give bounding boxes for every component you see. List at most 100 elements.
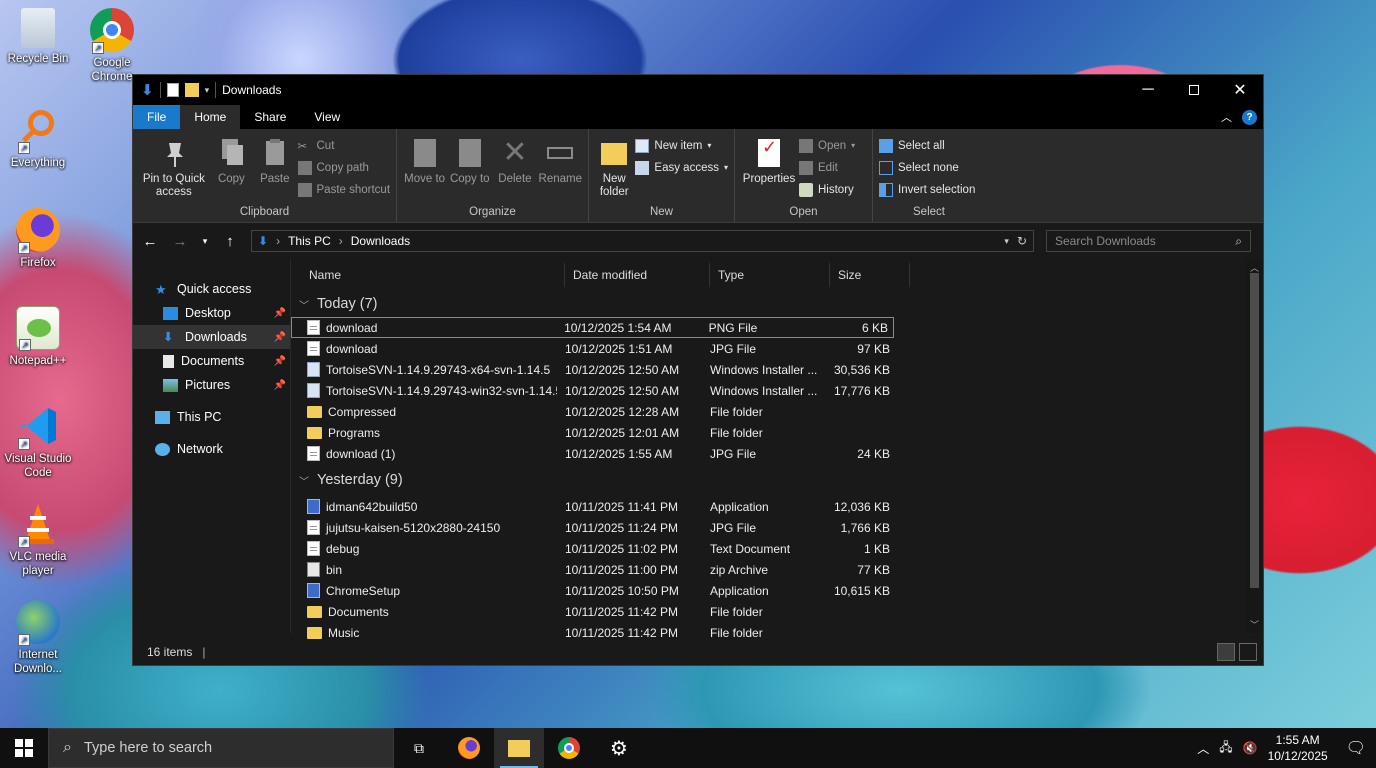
desktop-icon-notepadpp[interactable]: ↗ Notepad++ [4, 306, 72, 368]
close-button[interactable]: ✕ [1217, 75, 1263, 105]
taskbar-search-box[interactable]: ⌕ Type here to search [48, 728, 394, 768]
recent-locations-chevron-icon[interactable]: ▾ [201, 236, 209, 247]
desktop-icon-firefox[interactable]: ↗ Firefox [4, 208, 72, 270]
desktop-icon-vscode[interactable]: ↗ Visual Studio Code [4, 404, 72, 480]
download-arrow-icon: ⬇ [163, 329, 174, 344]
refresh-icon[interactable]: ↻ [1017, 234, 1027, 248]
desktop-icon-recycle-bin[interactable]: Recycle Bin [4, 8, 72, 66]
table-row[interactable]: TortoiseSVN-1.14.9.29743-x64-svn-1.14.5 … [291, 359, 1263, 380]
large-icons-view-icon[interactable] [1239, 643, 1257, 661]
easy-access-button[interactable]: Easy access ▾ [635, 158, 728, 177]
tab-file[interactable]: File [133, 105, 181, 129]
invert-selection-button[interactable]: Invert selection [879, 180, 975, 199]
nav-documents[interactable]: Documents 📌 [133, 349, 290, 373]
pin-icon[interactable]: 📌 [274, 308, 286, 319]
network-icon[interactable]: 🖧 [1219, 738, 1232, 759]
history-button[interactable]: History [799, 180, 855, 199]
new-folder-icon [599, 137, 629, 169]
forward-arrow-icon[interactable]: → [171, 233, 189, 250]
pin-icon[interactable]: 📌 [274, 356, 286, 367]
vscode-icon: ↗ [16, 404, 60, 450]
nav-network[interactable]: Network [133, 437, 290, 461]
pin-icon[interactable]: 📌 [274, 380, 286, 391]
table-row[interactable]: TortoiseSVN-1.14.9.29743-win32-svn-1.14.… [291, 380, 1263, 401]
navigation-pane: ★ Quick access Desktop 📌 ⬇ Downloads 📌 Docum… [133, 259, 291, 633]
table-row[interactable]: ChromeSetup 10/11/2025 10:50 PM Applicat… [291, 580, 1263, 601]
collapse-ribbon-icon[interactable]: ︿ [1221, 109, 1232, 125]
qa-dropdown-icon[interactable]: ▾ [205, 85, 210, 96]
open-button[interactable]: Open ▾ [799, 136, 855, 155]
table-row[interactable]: Compressed 10/12/2025 12:28 AM File fold… [291, 401, 1263, 422]
table-row[interactable]: download 10/12/2025 1:54 AM PNG File 6 K… [291, 317, 894, 338]
vertical-scrollbar[interactable]: ︿ ﹀ [1246, 259, 1263, 633]
chevron-up-icon[interactable]: ︿ [1197, 740, 1209, 757]
table-row[interactable]: download 10/12/2025 1:51 AM JPG File 97 … [291, 338, 1263, 359]
pin-icon [159, 137, 189, 169]
folder-icon [307, 405, 322, 418]
table-row[interactable]: jujutsu-kaisen-5120x2880-24150 10/11/202… [291, 517, 1263, 538]
desktop-icon-chrome[interactable]: ↗ Google Chrome [80, 8, 144, 84]
volume-muted-icon[interactable]: 🔇 [1243, 741, 1258, 755]
table-row[interactable]: download (1) 10/12/2025 1:55 AM JPG File… [291, 443, 1263, 464]
table-row[interactable]: bin 10/11/2025 11:00 PM zip Archive 77 K… [291, 559, 1263, 580]
cut-button[interactable]: ✂ Cut [298, 136, 391, 155]
taskbar-settings[interactable]: ⚙ [594, 728, 644, 768]
notifications-icon[interactable]: 🗨 [1346, 738, 1366, 758]
folder-icon [508, 739, 530, 757]
nav-desktop[interactable]: Desktop 📌 [133, 301, 290, 325]
table-row[interactable]: idman642build50 10/11/2025 11:41 PM Appl… [291, 496, 1263, 517]
task-view-button[interactable]: ⧉ [394, 728, 444, 768]
minimize-button[interactable]: ─ [1125, 75, 1171, 105]
tab-home[interactable]: Home [180, 105, 241, 129]
start-button[interactable] [0, 728, 48, 768]
address-bar[interactable]: ⬇ › This PC › Downloads ▾ ↻ [251, 230, 1034, 252]
nav-downloads[interactable]: ⬇ Downloads 📌 [133, 325, 290, 349]
select-all-button[interactable]: Select all [879, 136, 975, 155]
column-name[interactable]: Name [291, 262, 565, 287]
maximize-button[interactable] [1171, 75, 1217, 105]
taskbar-file-explorer[interactable] [494, 728, 544, 768]
new-item-button[interactable]: New item ▾ [635, 136, 728, 155]
taskbar-firefox[interactable] [444, 728, 494, 768]
select-none-icon [879, 160, 893, 175]
help-icon[interactable]: ? [1242, 109, 1257, 125]
group-header-today[interactable]: ﹀ Today (7) [291, 291, 1263, 317]
details-view-icon[interactable] [1217, 643, 1235, 661]
copy-icon [216, 137, 246, 169]
desktop-icon-label: VLC media player [9, 551, 67, 577]
column-headers: Name Date modified Type Size [291, 259, 1263, 291]
copy-path-button[interactable]: Copy path [297, 158, 391, 177]
folder-qa-icon[interactable] [184, 83, 199, 97]
table-row[interactable]: debug 10/11/2025 11:02 PM Text Document … [291, 538, 1263, 559]
desktop-icon-idm[interactable]: ↗ Internet Downlo... [4, 600, 72, 676]
nav-pictures[interactable]: Pictures 📌 [133, 373, 290, 397]
search-input[interactable]: Search Downloads ⌕ [1046, 230, 1251, 252]
breadcrumb-downloads[interactable]: Downloads [351, 234, 410, 248]
table-row[interactable]: Documents 10/11/2025 11:42 PM File folde… [291, 601, 1263, 622]
tab-view[interactable]: View [300, 105, 354, 129]
pin-icon[interactable]: 📌 [274, 332, 286, 343]
scrollbar-thumb[interactable] [1250, 273, 1259, 588]
scroll-down-icon[interactable]: ﹀ [1246, 618, 1263, 631]
nav-this-pc[interactable]: This PC [133, 405, 290, 429]
clock[interactable]: 1:55 AM 10/12/2025 [1268, 732, 1328, 764]
properties-qa-icon[interactable] [166, 83, 179, 97]
desktop-icon-everything[interactable]: ↗ Everything [4, 108, 72, 170]
tab-share[interactable]: Share [240, 105, 300, 129]
address-dropdown-icon[interactable]: ▾ [1004, 236, 1009, 247]
back-arrow-icon[interactable]: ← [141, 233, 159, 250]
desktop-icon-label: Internet Downlo... [14, 649, 62, 675]
select-none-button[interactable]: Select none [879, 158, 975, 177]
column-date-modified[interactable]: Date modified [565, 262, 710, 287]
column-type[interactable]: Type [710, 262, 830, 287]
up-arrow-icon[interactable]: ↑ [221, 233, 239, 250]
breadcrumb-this-pc[interactable]: This PC [288, 234, 331, 248]
paste-shortcut-button[interactable]: Paste shortcut [297, 180, 390, 199]
taskbar-chrome[interactable] [544, 728, 594, 768]
table-row[interactable]: Programs 10/12/2025 12:01 AM File folder [291, 422, 1263, 443]
column-size[interactable]: Size [830, 262, 910, 287]
nav-quick-access[interactable]: ★ Quick access [133, 277, 290, 301]
desktop-icon-vlc[interactable]: ↗ VLC media player [4, 502, 72, 578]
edit-button[interactable]: Edit [799, 158, 855, 177]
group-header-yesterday[interactable]: ﹀ Yesterday (9) [291, 467, 1263, 493]
